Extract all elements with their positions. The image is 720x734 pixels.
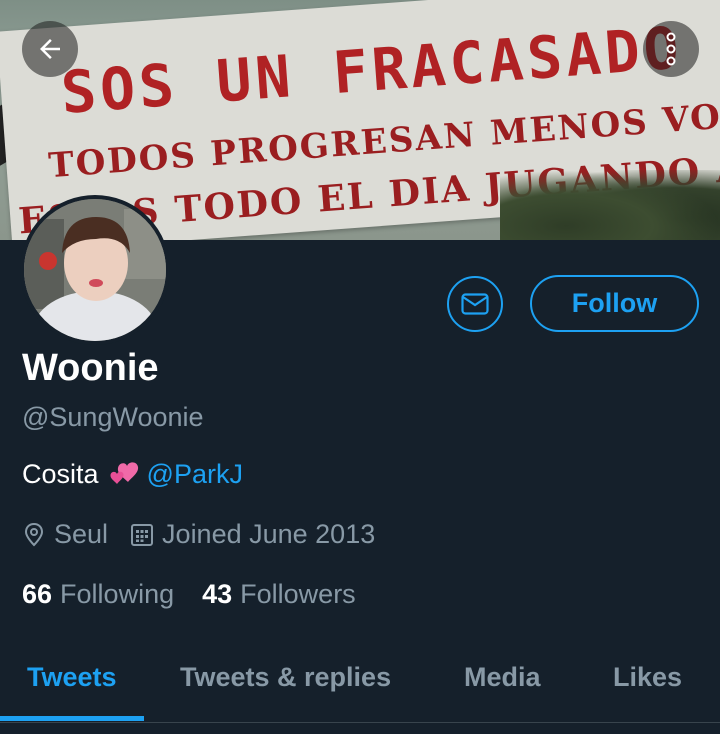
more-vertical-icon xyxy=(666,32,676,66)
followers-stat[interactable]: 43 Followers xyxy=(202,579,356,610)
profile-joined-date: Joined June 2013 xyxy=(162,519,376,549)
arrow-left-icon xyxy=(40,39,60,59)
profile-handle: @SungWoonie xyxy=(22,402,204,432)
follow-button[interactable]: Follow xyxy=(530,275,699,332)
profile-stats: 66 Following 43 Followers xyxy=(22,579,356,610)
followers-count: 43 xyxy=(202,579,233,609)
following-count: 66 xyxy=(22,579,53,609)
two-hearts-icon xyxy=(107,460,141,490)
avatar-photo xyxy=(24,199,166,341)
avatar[interactable] xyxy=(20,195,170,345)
more-options-button[interactable] xyxy=(643,21,699,77)
envelope-icon xyxy=(461,293,489,315)
profile-name: Woonie xyxy=(22,347,159,389)
profile-meta: Seul Joined June 2013 xyxy=(22,519,375,550)
followers-label: Followers xyxy=(240,579,356,609)
tab-tweets-and-replies[interactable]: Tweets & replies xyxy=(180,662,391,693)
bio-text: Cosita xyxy=(22,459,99,489)
location-pin-icon xyxy=(22,522,46,548)
message-button[interactable] xyxy=(447,276,503,332)
bio-mention-link[interactable]: @ParkJ xyxy=(147,459,243,490)
tab-likes[interactable]: Likes xyxy=(613,662,682,693)
following-label: Following xyxy=(60,579,175,609)
tab-media[interactable]: Media xyxy=(464,662,541,693)
tab-tweets[interactable]: Tweets xyxy=(27,662,117,693)
banner-bushes xyxy=(500,170,720,240)
back-button[interactable] xyxy=(22,21,78,77)
profile-bio: Cosita @ParkJ xyxy=(22,459,243,490)
active-tab-indicator xyxy=(0,716,144,721)
tabs-divider xyxy=(0,722,720,723)
calendar-icon xyxy=(130,523,154,547)
profile-location: Seul xyxy=(54,519,109,549)
profile-tabs: Tweets Tweets & replies Media Likes xyxy=(0,640,720,722)
following-stat[interactable]: 66 Following xyxy=(22,579,174,610)
